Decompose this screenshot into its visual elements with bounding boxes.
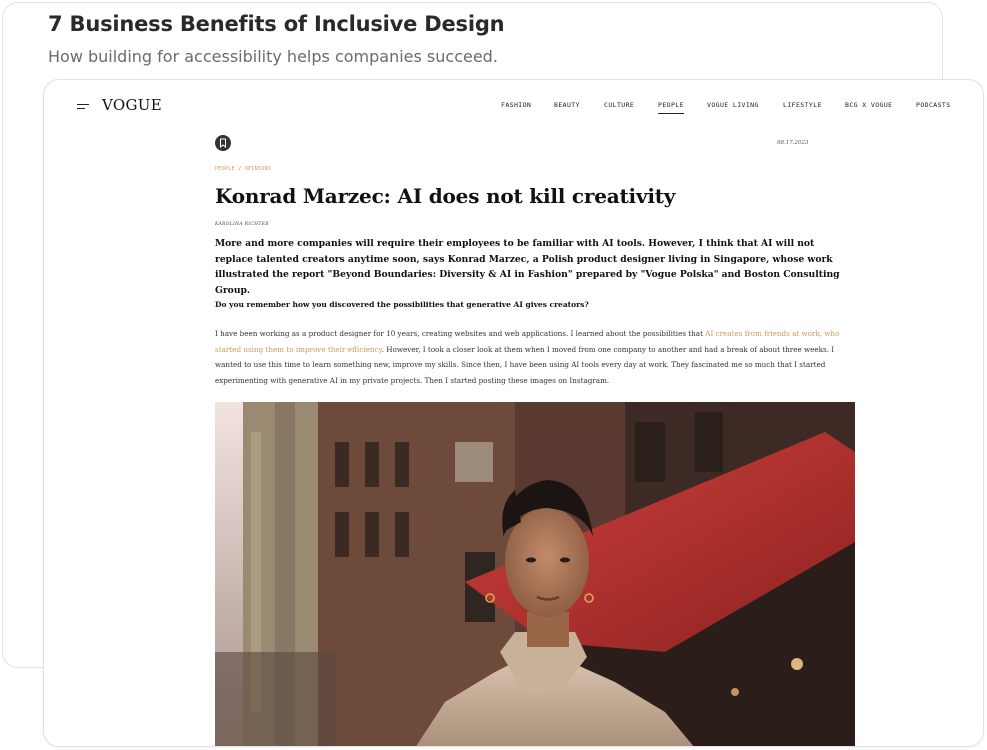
body-text-start: I have been working as a product designe…: [215, 329, 706, 338]
article-author[interactable]: KAROLINA RICHTER: [215, 222, 269, 227]
nav-item-beauty[interactable]: BEAUTY: [554, 101, 580, 109]
article-hero-photo: [215, 402, 855, 746]
interview-question: Do you remember how you discovered the p…: [215, 300, 589, 309]
nav-item-bcg-x-vogue[interactable]: BCG X VOGUE: [845, 101, 892, 109]
nav-item-podcasts[interactable]: PODCASTS: [916, 101, 951, 109]
nav-item-people[interactable]: PEOPLE: [658, 101, 684, 114]
bookmark-icon[interactable]: [215, 135, 231, 151]
breadcrumb-separator: /: [238, 166, 242, 172]
nav-item-lifestyle[interactable]: LIFESTYLE: [783, 101, 822, 109]
breadcrumb-opinions[interactable]: OPINIONS: [245, 166, 271, 172]
background-card-title[interactable]: 7 Business Benefits of Inclusive Design: [48, 12, 505, 36]
breadcrumb: PEOPLE / OPINIONS: [215, 166, 271, 172]
nav-item-culture[interactable]: CULTURE: [604, 101, 634, 109]
background-card-subtitle: How building for accessibility helps com…: [48, 47, 498, 66]
top-navigation: FASHION BEAUTY CULTURE PEOPLE VOGUE LIVI…: [44, 101, 983, 115]
nav-item-fashion[interactable]: FASHION: [501, 101, 531, 109]
nav-item-vogue-living[interactable]: VOGUE LIVING: [707, 101, 759, 109]
article-lead: More and more companies will require the…: [215, 238, 840, 296]
article-headline: Konrad Marzec: AI does not kill creativi…: [215, 184, 676, 208]
vogue-article-card: VOGUE FASHION BEAUTY CULTURE PEOPLE VOGU…: [43, 79, 984, 747]
article-date: 08.17.2023: [777, 140, 809, 146]
article-body-paragraph: I have been working as a product designe…: [215, 326, 851, 388]
breadcrumb-people[interactable]: PEOPLE: [215, 166, 235, 172]
